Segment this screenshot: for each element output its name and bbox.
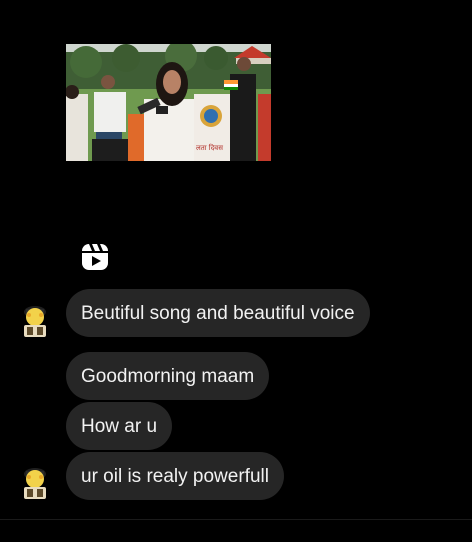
reel-thumbnail-image: लता दिवस (66, 44, 271, 161)
message-text: ur oil is realy powerfull (81, 465, 269, 487)
message-text: Goodmorning maam (81, 365, 255, 387)
message-text: How ar u (81, 415, 158, 437)
message-text: Beutiful song and beautiful voice (81, 302, 355, 324)
message-bubble[interactable]: How ar u (66, 402, 173, 450)
sender-avatar[interactable] (20, 305, 50, 337)
reel-thumbnail[interactable]: लता दिवस (66, 44, 271, 161)
message-bubble[interactable]: Goodmorning maam (66, 352, 270, 400)
sender-avatar[interactable] (20, 467, 50, 499)
message-bubble[interactable]: Beutiful song and beautiful voice (66, 289, 370, 337)
banner-text: लता दिवस (196, 143, 223, 152)
reels-icon[interactable] (81, 243, 109, 271)
message-bubble[interactable]: ur oil is realy powerfull (66, 452, 284, 500)
composer-divider (0, 519, 472, 520)
